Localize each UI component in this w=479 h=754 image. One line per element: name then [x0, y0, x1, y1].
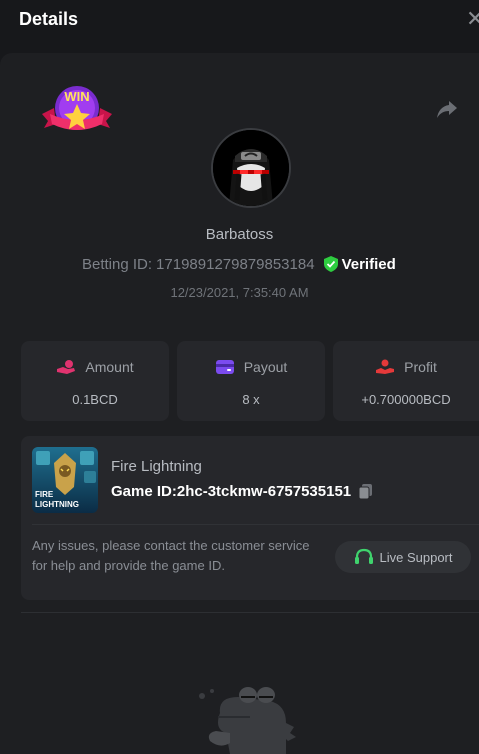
- payout-value: 8 x: [242, 392, 260, 407]
- game-id-row: Game ID: 2hc-3tckmw-6757535151: [111, 483, 374, 500]
- verified-shield-icon: [323, 256, 338, 272]
- game-thumbnail[interactable]: FIRE LIGHTNING: [32, 447, 98, 513]
- avatar: [211, 128, 291, 208]
- divider: [32, 524, 479, 525]
- payout-card: Payout 8 x: [177, 341, 325, 421]
- live-support-label: Live Support: [379, 549, 453, 565]
- page-title: Details: [19, 9, 79, 29]
- svg-text:FIRE: FIRE: [35, 490, 54, 499]
- game-name: Fire Lightning: [111, 458, 202, 475]
- verified-label: Verified: [341, 255, 396, 273]
- betting-id-value: 1719891279879853184: [156, 255, 315, 273]
- bet-datetime: 12/23/2021, 7:35:40 AM: [170, 285, 309, 300]
- payout-label: Payout: [243, 359, 288, 375]
- profit-hand-icon: [376, 359, 395, 374]
- support-help-text: Any issues, please contact the customer …: [32, 538, 310, 573]
- profit-value: +0.700000BCD: [361, 392, 451, 407]
- share-icon[interactable]: [436, 100, 458, 120]
- profit-card: Profit +0.700000BCD: [333, 341, 479, 421]
- live-support-button[interactable]: Live Support: [335, 541, 471, 573]
- amount-value: 0.1BCD: [72, 392, 118, 407]
- win-badge-icon: WIN: [42, 86, 112, 130]
- svg-text:LIGHTNING: LIGHTNING: [35, 500, 79, 509]
- game-id-value: 2hc-3tckmw-6757535151: [176, 483, 352, 500]
- game-card: FIRE LIGHTNING Fire Lightning Game ID: 2…: [21, 436, 479, 600]
- betting-id-label: Betting ID:: [82, 255, 153, 273]
- svg-text:WIN: WIN: [64, 89, 89, 104]
- header: Details ✕: [0, 0, 479, 40]
- copy-icon[interactable]: [357, 483, 374, 500]
- wallet-card-icon: [215, 360, 234, 374]
- crocodile-mascot-icon: [199, 687, 296, 754]
- coin-hand-icon: [57, 360, 76, 374]
- amount-label: Amount: [85, 359, 134, 375]
- username: Barbatoss: [205, 226, 274, 243]
- close-icon[interactable]: ✕: [466, 8, 479, 30]
- profit-label: Profit: [404, 359, 437, 375]
- headset-icon: [354, 548, 373, 564]
- amount-card: Amount 0.1BCD: [21, 341, 169, 421]
- game-id-label: Game ID:: [111, 483, 177, 500]
- divider: [21, 612, 479, 613]
- betting-id-row: Betting ID: 1719891279879853184 Verified: [82, 254, 396, 274]
